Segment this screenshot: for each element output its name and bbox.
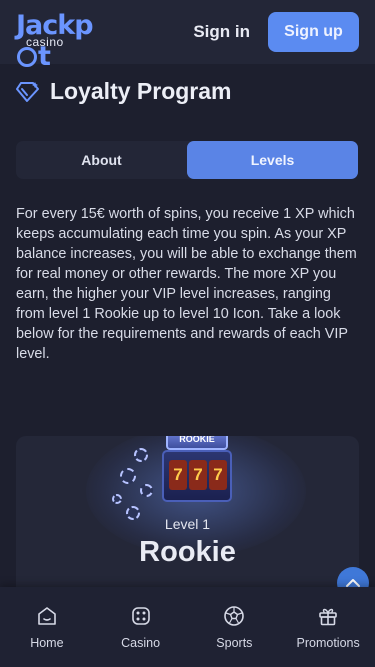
logo-o-icon bbox=[17, 47, 37, 67]
nav-item-sports[interactable]: Sports bbox=[188, 587, 282, 667]
nav-label-sports: Sports bbox=[216, 636, 253, 650]
level-number: Level 1 bbox=[164, 516, 211, 532]
chip-icon bbox=[140, 484, 153, 497]
nav-item-casino[interactable]: Casino bbox=[94, 587, 188, 667]
soccer-ball-icon bbox=[223, 605, 245, 627]
gift-icon bbox=[317, 605, 339, 627]
loyalty-tabs: About Levels bbox=[16, 141, 358, 179]
chip-icon bbox=[134, 448, 148, 462]
slot-machine-body: 7 7 7 bbox=[162, 450, 232, 502]
chip-icon bbox=[112, 494, 122, 504]
tab-levels[interactable]: Levels bbox=[187, 141, 358, 179]
reel: 7 bbox=[209, 460, 227, 490]
page-title: Loyalty Program bbox=[50, 78, 232, 104]
bottom-navigation: Home Casino Sports Promotions bbox=[0, 587, 375, 667]
tab-about[interactable]: About bbox=[16, 141, 187, 179]
auth-actions: Sign in Sign up bbox=[193, 12, 359, 52]
nav-item-home[interactable]: Home bbox=[0, 587, 94, 667]
nav-label-promotions: Promotions bbox=[296, 636, 360, 650]
page-title-row: Loyalty Program bbox=[16, 78, 232, 105]
level-name: Rookie bbox=[139, 536, 236, 568]
nav-label-casino: Casino bbox=[121, 636, 161, 650]
loyalty-description: For every 15€ worth of spins, you receiv… bbox=[16, 206, 357, 362]
sign-up-button[interactable]: Sign up bbox=[268, 12, 359, 52]
nav-label-home: Home bbox=[30, 636, 64, 650]
logo-subtitle: casino bbox=[26, 35, 64, 49]
reel: 7 bbox=[189, 460, 207, 490]
diamond-icon bbox=[16, 81, 40, 103]
jackpot-casino-logo[interactable]: Jackpt casino bbox=[16, 10, 114, 72]
slot-machine-icon: ROOKIE 7 7 7 bbox=[158, 436, 236, 508]
home-icon bbox=[36, 605, 58, 627]
sign-in-button[interactable]: Sign in bbox=[193, 22, 250, 42]
dice-icon bbox=[130, 605, 152, 627]
slot-machine-sign: ROOKIE bbox=[166, 436, 228, 450]
nav-item-promotions[interactable]: Promotions bbox=[281, 587, 375, 667]
reel: 7 bbox=[169, 460, 187, 490]
chip-icon bbox=[120, 468, 136, 484]
top-header: Jackpt casino Sign in Sign up bbox=[0, 0, 375, 72]
